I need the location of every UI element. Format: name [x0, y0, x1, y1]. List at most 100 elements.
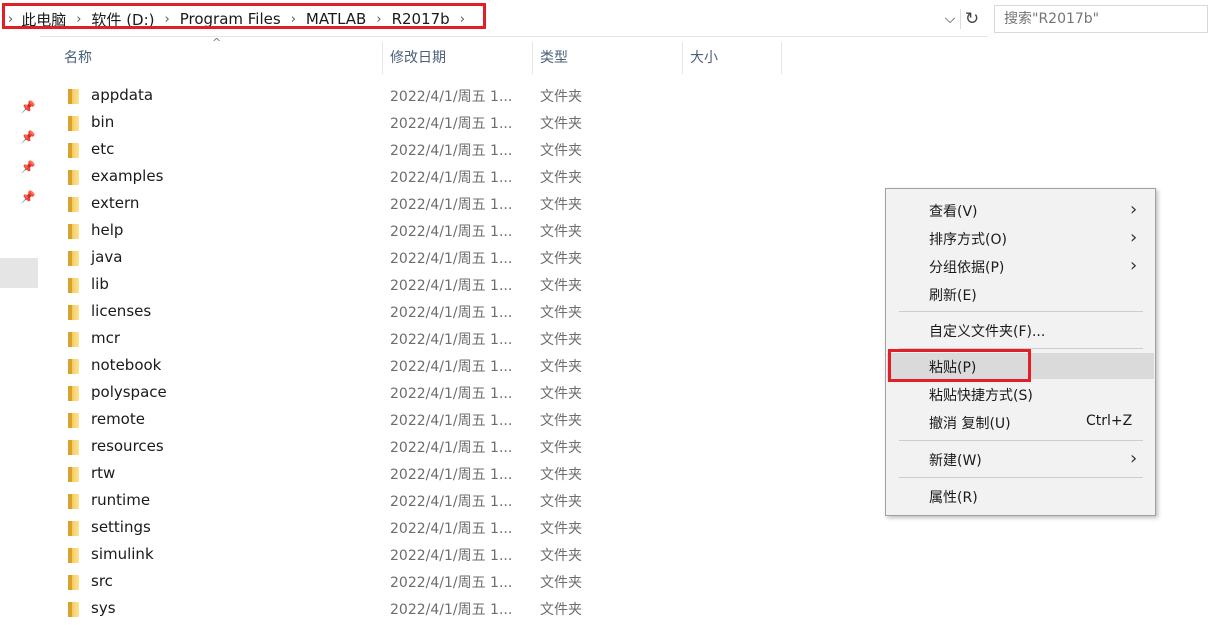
file-row[interactable]: rtw 2022/4/1/周五 1... 文件夹 — [40, 461, 600, 488]
column-header-size[interactable]: 大小 — [684, 42, 782, 74]
refresh-icon[interactable]: ↻ — [960, 9, 983, 29]
file-row[interactable]: bin 2022/4/1/周五 1... 文件夹 — [40, 110, 600, 137]
menu-item-group[interactable]: 分组依据(P) › — [887, 253, 1154, 279]
file-name: src — [91, 572, 113, 590]
file-date: 2022/4/1/周五 1... — [390, 197, 513, 213]
chevron-right-icon: › — [1130, 448, 1138, 469]
menu-item-label: 排序方式(O) — [929, 232, 1007, 248]
folder-icon — [68, 548, 79, 563]
file-date: 2022/4/1/周五 1... — [390, 494, 513, 510]
file-row[interactable]: examples 2022/4/1/周五 1... 文件夹 — [40, 164, 600, 191]
file-name: simulink — [91, 545, 154, 563]
chevron-down-icon[interactable]: ⌵ — [940, 9, 960, 29]
file-name: etc — [91, 140, 115, 158]
menu-item-label: 查看(V) — [929, 204, 978, 220]
file-date: 2022/4/1/周五 1... — [390, 548, 513, 564]
menu-item-view[interactable]: 查看(V) › — [887, 197, 1154, 223]
file-name: sys — [91, 599, 116, 617]
file-type: 文件夹 — [540, 332, 582, 348]
file-type: 文件夹 — [540, 602, 582, 618]
file-date: 2022/4/1/周五 1... — [390, 224, 513, 240]
file-type: 文件夹 — [540, 170, 582, 186]
file-date: 2022/4/1/周五 1... — [390, 359, 513, 375]
file-name: runtime — [91, 491, 151, 509]
file-type: 文件夹 — [540, 89, 582, 105]
address-bar[interactable]: › 此电脑 › 软件 (D:) › Program Files › MATLAB… — [0, 0, 988, 37]
file-date: 2022/4/1/周五 1... — [390, 143, 513, 159]
file-name: appdata — [91, 86, 154, 104]
file-name: rtw — [91, 464, 116, 482]
menu-item-label: 自定义文件夹(F)... — [929, 324, 1046, 340]
file-row[interactable]: appdata 2022/4/1/周五 1... 文件夹 — [40, 83, 600, 110]
folder-icon — [68, 575, 79, 590]
file-date: 2022/4/1/周五 1... — [390, 575, 513, 591]
file-type: 文件夹 — [540, 197, 582, 213]
file-type: 文件夹 — [540, 413, 582, 429]
column-header-date[interactable]: 修改日期 — [384, 42, 533, 74]
file-date: 2022/4/1/周五 1... — [390, 413, 513, 429]
file-row[interactable]: settings 2022/4/1/周五 1... 文件夹 — [40, 515, 600, 542]
pin-icon[interactable]: 📌 — [20, 160, 36, 176]
menu-item-shortcut: Ctrl+Z — [1086, 413, 1133, 429]
file-date: 2022/4/1/周五 1... — [390, 278, 513, 294]
file-name: remote — [91, 410, 145, 428]
file-row[interactable]: polyspace 2022/4/1/周五 1... 文件夹 — [40, 380, 600, 407]
paste-highlight-box — [888, 349, 1031, 382]
column-header-type[interactable]: 类型 — [534, 42, 683, 74]
file-name: help — [91, 221, 124, 239]
file-row[interactable]: runtime 2022/4/1/周五 1... 文件夹 — [40, 488, 600, 515]
pin-icon[interactable]: 📌 — [20, 100, 36, 116]
menu-item-undo-copy[interactable]: 撤消 复制(U) Ctrl+Z — [887, 409, 1154, 435]
file-date: 2022/4/1/周五 1... — [390, 332, 513, 348]
file-name: java — [91, 248, 123, 266]
pin-icon[interactable]: 📌 — [20, 190, 36, 206]
file-name: licenses — [91, 302, 152, 320]
file-date: 2022/4/1/周五 1... — [390, 170, 513, 186]
file-row[interactable]: remote 2022/4/1/周五 1... 文件夹 — [40, 407, 600, 434]
folder-icon — [68, 386, 79, 401]
menu-item-new[interactable]: 新建(W) › — [887, 446, 1154, 472]
search-input[interactable] — [994, 5, 1208, 33]
file-row[interactable]: resources 2022/4/1/周五 1... 文件夹 — [40, 434, 600, 461]
file-row[interactable]: etc 2022/4/1/周五 1... 文件夹 — [40, 137, 600, 164]
menu-item-paste-shortcut[interactable]: 粘贴快捷方式(S) — [887, 381, 1154, 407]
folder-icon — [68, 278, 79, 293]
folder-icon — [68, 440, 79, 455]
file-row[interactable]: java 2022/4/1/周五 1... 文件夹 — [40, 245, 600, 272]
file-row[interactable]: sys 2022/4/1/周五 1... 文件夹 — [40, 596, 600, 623]
file-type: 文件夹 — [540, 575, 582, 591]
file-type: 文件夹 — [540, 386, 582, 402]
chevron-right-icon: › — [1130, 199, 1138, 220]
folder-icon — [68, 332, 79, 347]
menu-item-sort[interactable]: 排序方式(O) › — [887, 225, 1154, 251]
menu-separator — [899, 477, 1143, 478]
file-type: 文件夹 — [540, 305, 582, 321]
file-row[interactable]: mcr 2022/4/1/周五 1... 文件夹 — [40, 326, 600, 353]
file-row[interactable]: help 2022/4/1/周五 1... 文件夹 — [40, 218, 600, 245]
nav-selected-item[interactable] — [0, 258, 38, 288]
pin-icon[interactable]: 📌 — [20, 130, 36, 146]
file-name: settings — [91, 518, 151, 536]
menu-item-properties[interactable]: 属性(R) — [887, 483, 1154, 509]
file-row[interactable]: src 2022/4/1/周五 1... 文件夹 — [40, 569, 600, 596]
column-header-name[interactable]: 名称 — [58, 42, 383, 74]
file-row[interactable]: notebook 2022/4/1/周五 1... 文件夹 — [40, 353, 600, 380]
folder-icon — [68, 170, 79, 185]
file-row[interactable]: extern 2022/4/1/周五 1... 文件夹 — [40, 191, 600, 218]
menu-item-refresh[interactable]: 刷新(E) — [887, 281, 1154, 307]
file-date: 2022/4/1/周五 1... — [390, 467, 513, 483]
menu-separator — [899, 440, 1143, 441]
file-row[interactable]: simulink 2022/4/1/周五 1... 文件夹 — [40, 542, 600, 569]
file-row[interactable]: lib 2022/4/1/周五 1... 文件夹 — [40, 272, 600, 299]
menu-item-label: 撤消 复制(U) — [929, 416, 1011, 432]
file-date: 2022/4/1/周五 1... — [390, 251, 513, 267]
address-highlight-box — [2, 3, 486, 29]
folder-icon — [68, 116, 79, 131]
menu-item-customize-folder[interactable]: 自定义文件夹(F)... — [887, 317, 1154, 343]
file-type: 文件夹 — [540, 116, 582, 132]
file-type: 文件夹 — [540, 494, 582, 510]
folder-icon — [68, 467, 79, 482]
file-row[interactable]: licenses 2022/4/1/周五 1... 文件夹 — [40, 299, 600, 326]
file-date: 2022/4/1/周五 1... — [390, 386, 513, 402]
file-name: mcr — [91, 329, 121, 347]
